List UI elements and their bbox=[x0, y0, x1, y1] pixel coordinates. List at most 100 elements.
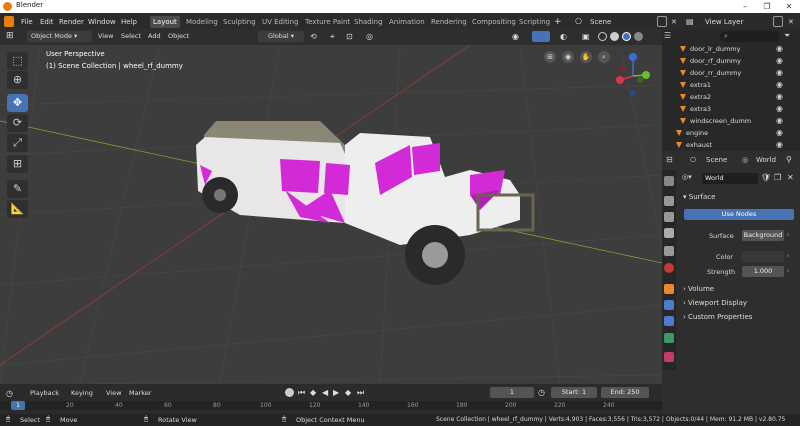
tab-layout[interactable]: Layout bbox=[150, 16, 180, 28]
object-data-tab-icon[interactable] bbox=[664, 333, 674, 343]
world-tab-side-icon[interactable] bbox=[664, 263, 674, 273]
strength-field[interactable]: 1.000 bbox=[742, 266, 784, 277]
eye-icon[interactable]: ◉ bbox=[776, 116, 783, 125]
jump-end-icon[interactable]: ⏭ bbox=[357, 387, 364, 398]
scene-selector[interactable]: Scene bbox=[590, 16, 611, 28]
outliner-item[interactable]: engine bbox=[676, 127, 708, 139]
menu-select[interactable]: Select bbox=[121, 31, 141, 42]
tab-uv-editing[interactable]: UV Editing bbox=[259, 16, 302, 28]
snap-icon[interactable]: ⌖ bbox=[330, 31, 335, 42]
modifier-tab-icon[interactable] bbox=[664, 300, 674, 310]
world-name-field[interactable]: World bbox=[702, 173, 758, 184]
eye-icon[interactable]: ◉ bbox=[776, 128, 783, 137]
truck-model[interactable] bbox=[0, 45, 662, 384]
play-icon[interactable]: ▶ bbox=[333, 387, 339, 398]
new-world-icon[interactable]: ❐ bbox=[774, 173, 781, 182]
overlays-icon[interactable]: ◐ bbox=[560, 31, 567, 42]
timeline-menu-marker[interactable]: Marker bbox=[129, 388, 151, 399]
pan-view-icon[interactable]: ✋ bbox=[580, 51, 592, 63]
pivot-icon[interactable]: ⟲ bbox=[310, 31, 317, 42]
outliner-item[interactable]: windscreen_dumm bbox=[680, 115, 751, 127]
gizmo-toggle-icon[interactable] bbox=[532, 31, 550, 42]
visibility-icon[interactable]: ◉ bbox=[512, 31, 519, 42]
use-nodes-button[interactable]: Use Nodes bbox=[684, 209, 794, 220]
orientation-selector[interactable]: Global ▾ bbox=[258, 31, 304, 42]
properties-world-label[interactable]: World bbox=[756, 156, 776, 164]
menu-file[interactable]: File bbox=[21, 16, 33, 28]
pin-icon[interactable]: ⚲ bbox=[786, 155, 792, 164]
view-layer-tab-icon[interactable] bbox=[664, 228, 674, 238]
fake-user-icon[interactable]: 🛡 bbox=[761, 173, 771, 182]
tab-scripting[interactable]: Scripting bbox=[516, 16, 553, 28]
surface-link-icon[interactable]: ◦ bbox=[786, 231, 790, 239]
object-tab-icon[interactable] bbox=[664, 284, 674, 294]
surface-value-field[interactable]: Background bbox=[742, 230, 784, 241]
outliner-item[interactable]: door_rf_dummy bbox=[680, 55, 741, 67]
render-tab-icon[interactable] bbox=[664, 196, 674, 206]
timeline-editor-icon[interactable]: ◷ bbox=[6, 388, 13, 399]
timeline-menu-keying[interactable]: Keying bbox=[71, 388, 93, 399]
cursor-tool-icon[interactable]: ⊕ bbox=[7, 71, 28, 89]
output-tab-icon[interactable] bbox=[664, 212, 674, 222]
eye-icon[interactable]: ◉ bbox=[776, 80, 783, 89]
color-swatch[interactable] bbox=[742, 251, 784, 262]
move-tool-icon[interactable]: ✥ bbox=[7, 94, 28, 112]
outliner-item[interactable]: extra1 bbox=[680, 79, 711, 91]
view-layer-selector[interactable]: View Layer bbox=[705, 16, 743, 28]
tab-compositing[interactable]: Compositing bbox=[469, 16, 519, 28]
viewport-display-section-header[interactable]: › Viewport Display bbox=[683, 299, 747, 307]
material-shading-icon[interactable] bbox=[622, 32, 631, 41]
eye-icon[interactable]: ◉ bbox=[776, 68, 783, 77]
rendered-shading-icon[interactable] bbox=[634, 32, 643, 41]
surface-section-header[interactable]: ▾ Surface bbox=[683, 193, 715, 201]
end-frame-field[interactable]: End: 250 bbox=[601, 387, 649, 398]
wireframe-shading-icon[interactable] bbox=[598, 32, 607, 41]
tab-animation[interactable]: Animation bbox=[386, 16, 428, 28]
measure-tool-icon[interactable]: 📐 bbox=[7, 200, 28, 218]
close-icon[interactable]: ✕ bbox=[778, 0, 800, 13]
blender-menu-icon[interactable] bbox=[4, 16, 14, 27]
snap-target-icon[interactable]: ⊡ bbox=[346, 31, 353, 42]
maximize-icon[interactable]: ❐ bbox=[756, 0, 778, 13]
proportional-edit-icon[interactable]: ◎ bbox=[366, 31, 373, 42]
menu-edit[interactable]: Edit bbox=[40, 16, 54, 28]
next-keyframe-icon[interactable]: ◆ bbox=[345, 387, 351, 398]
outliner-search-input[interactable]: ⌕ bbox=[720, 31, 780, 42]
tab-rendering[interactable]: Rendering bbox=[428, 16, 470, 28]
playhead-marker[interactable]: 1 bbox=[11, 401, 25, 410]
world-browse-icon[interactable]: ◎▾ bbox=[682, 173, 692, 181]
select-box-tool-icon[interactable]: ⬚ bbox=[7, 52, 28, 70]
jump-start-icon[interactable]: ⏮ bbox=[298, 387, 305, 398]
mode-selector[interactable]: Object Mode ▾ bbox=[27, 31, 92, 42]
new-scene-icon[interactable] bbox=[657, 16, 667, 27]
minimize-icon[interactable]: – bbox=[734, 0, 756, 13]
timeline-menu-playback[interactable]: Playback bbox=[30, 388, 59, 399]
menu-object[interactable]: Object bbox=[168, 31, 189, 42]
3d-viewport[interactable]: User Perspective (1) Scene Collection | … bbox=[0, 45, 662, 384]
outliner-item[interactable]: extra2 bbox=[680, 91, 711, 103]
transform-tool-icon[interactable]: ⊞ bbox=[7, 155, 28, 173]
outliner-editor-icon[interactable]: ☰ bbox=[664, 31, 671, 40]
editor-type-icon[interactable]: ⊞ bbox=[6, 31, 14, 42]
tool-tab-icon[interactable] bbox=[664, 176, 674, 186]
properties-scene-label[interactable]: Scene bbox=[706, 156, 727, 164]
rotate-tool-icon[interactable]: ⟳ bbox=[7, 114, 28, 132]
current-frame-field[interactable]: 1 bbox=[490, 387, 534, 398]
outliner-item[interactable]: exhaust bbox=[676, 139, 712, 151]
add-workspace-icon[interactable]: + bbox=[554, 16, 562, 28]
filter-icon[interactable]: ⏷ bbox=[784, 31, 790, 41]
tab-texture-paint[interactable]: Texture Paint bbox=[302, 16, 353, 28]
xray-icon[interactable]: ▣ bbox=[582, 31, 590, 42]
annotate-tool-icon[interactable]: ✎ bbox=[7, 180, 28, 198]
outliner-item[interactable]: door_lr_dummy bbox=[680, 43, 741, 55]
material-tab-icon[interactable] bbox=[664, 352, 674, 362]
physics-tab-icon[interactable] bbox=[664, 316, 674, 326]
custom-properties-section-header[interactable]: › Custom Properties bbox=[683, 313, 752, 321]
outliner-item[interactable]: door_rr_dummy bbox=[680, 67, 741, 79]
orientation-gizmo[interactable] bbox=[608, 51, 658, 101]
solid-shading-icon[interactable] bbox=[610, 32, 619, 41]
outliner-item[interactable]: extra3 bbox=[680, 103, 711, 115]
menu-window[interactable]: Window bbox=[88, 16, 116, 28]
menu-render[interactable]: Render bbox=[59, 16, 84, 28]
volume-section-header[interactable]: › Volume bbox=[683, 285, 714, 293]
